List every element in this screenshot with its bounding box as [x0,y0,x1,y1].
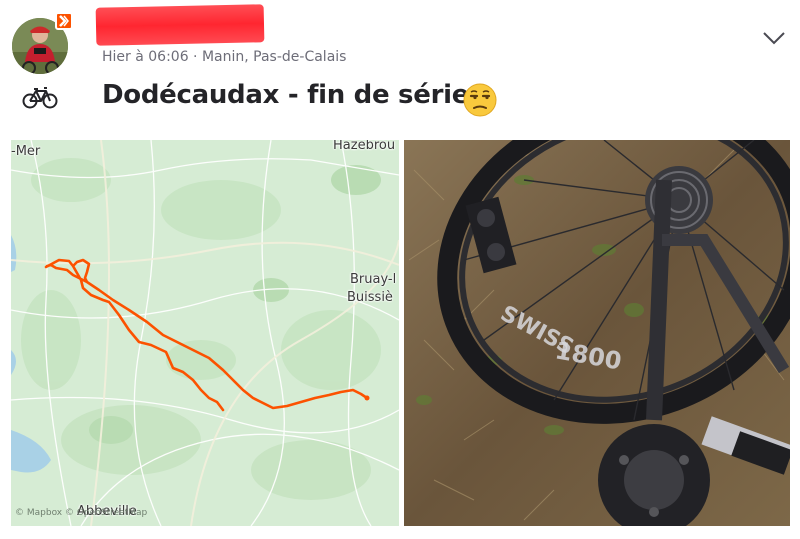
map-label-hazebrouck: Hazebrou [333,140,396,153]
map-label-bruay-line2: Buissiè [347,290,393,305]
athlete-name-redacted[interactable] [95,4,265,46]
activity-title[interactable]: Dodécaudax - fin de série [102,80,469,110]
athlete-avatar-wrap[interactable] [12,12,73,74]
chevron-down-icon[interactable] [760,26,788,50]
activity-meta: Hier à 06:06 · Manin, Pas-de-Calais [102,49,347,65]
activity-photo[interactable]: SWISS 1800 [404,140,790,526]
subscriber-badge-icon [55,12,73,30]
bike-icon [22,86,58,110]
map-attribution[interactable]: © Mapbox © OpenStreetMap [15,508,147,518]
unamused-face-emoji-icon [463,83,497,117]
bicycle-wheel-photo: SWISS 1800 [404,140,790,526]
map-label-bruay-line1: Bruay-l [350,272,397,287]
map-background [11,140,399,526]
map-label-sur-mer: -Mer [11,144,41,159]
route-map[interactable]: -Mer Hazebrou Bruay-l Buissiè Abbeville … [11,140,399,526]
